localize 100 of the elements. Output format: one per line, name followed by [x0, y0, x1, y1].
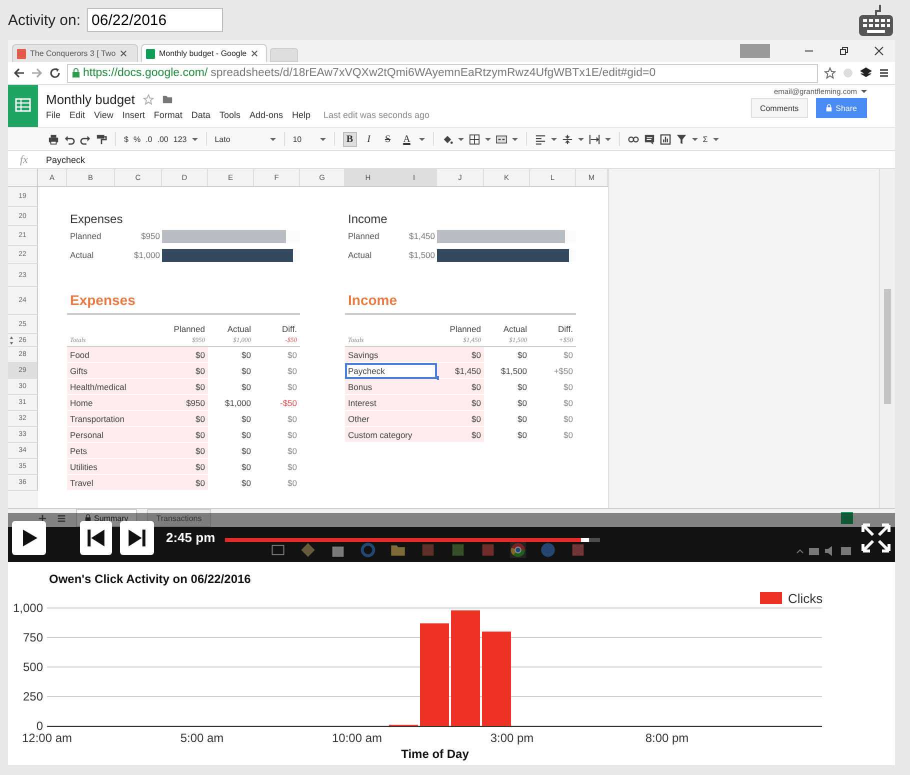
table-cell: $0: [437, 411, 484, 427]
chart-title: Income: [347, 212, 388, 226]
menu-item[interactable]: View: [94, 110, 114, 120]
column-heading: Diff.: [281, 324, 298, 334]
table-cell: $0: [208, 475, 254, 491]
table-cell: Travel: [67, 475, 162, 491]
menu-item[interactable]: Data: [191, 110, 210, 120]
x-axis-title: Time of Day: [401, 747, 469, 761]
table-cell: $0: [208, 411, 254, 427]
table-cell: $0: [254, 459, 300, 475]
table-cell: $0: [484, 379, 530, 395]
table-cell: $0: [254, 443, 300, 459]
browser-tab[interactable]: The Conquerors 3 [ Two: [12, 44, 138, 62]
table-cell[interactable]: Paycheck: [345, 363, 437, 379]
menu-item[interactable]: Tools: [219, 110, 240, 120]
date-field[interactable]: 06/22/2016: [86, 8, 223, 32]
table-cell: $0: [162, 459, 208, 475]
table-cell: $0: [484, 411, 530, 427]
format-button[interactable]: $: [124, 134, 128, 144]
format-button[interactable]: .00: [157, 134, 168, 144]
table-cell: $0: [254, 411, 300, 427]
table-cell: Utilities: [67, 459, 162, 475]
chart-title: Expenses: [69, 212, 124, 226]
table-cell: Health/medical: [67, 379, 162, 395]
table-cell: $0: [208, 379, 254, 395]
column-heading: Diff.: [557, 324, 574, 334]
address-field[interactable]: https://docs.google.com/ spreadsheets/d/18rEAw7xVQXw2tQmi6WAyemnEaRtzymRwz4UfgWBTx1E/edit#gid=0: [67, 64, 818, 82]
last-edit-link[interactable]: Last edit was seconds ago: [324, 110, 430, 120]
table-cell: $0: [208, 443, 254, 459]
format-button[interactable]: %: [133, 134, 141, 144]
menu-item[interactable]: Insert: [122, 110, 145, 120]
menu-item[interactable]: Add-ons: [249, 110, 283, 120]
table-cell: $0: [437, 347, 484, 363]
table-cell: Personal: [67, 427, 162, 443]
table-cell: $0: [162, 363, 208, 379]
section-heading: Expenses: [67, 287, 300, 315]
text-style-button[interactable]: S: [380, 132, 395, 146]
formula-label: fx: [20, 154, 28, 166]
menu-item[interactable]: Format: [154, 110, 182, 120]
bar-amount: $1,000: [133, 250, 161, 260]
table-cell: $0: [208, 459, 254, 475]
format-button[interactable]: .0: [146, 134, 152, 144]
y-axis-label: 500: [22, 660, 43, 674]
formula-field[interactable]: Paycheck: [46, 154, 85, 164]
table-cell: Interest: [345, 395, 437, 411]
section-heading: Income: [345, 287, 576, 315]
number-format-dropdown[interactable]: 123: [173, 134, 187, 144]
document-title[interactable]: Monthly budget: [46, 92, 135, 107]
table-cell: $0: [162, 379, 208, 395]
text-style-button[interactable]: I: [362, 132, 376, 146]
table-cell: -$50: [254, 395, 300, 411]
table-cell: $0: [484, 427, 530, 443]
table-cell: $0: [484, 347, 530, 363]
bar-label: Actual: [347, 250, 373, 260]
table-cell: +$50: [530, 363, 576, 379]
table-cell: $950: [162, 395, 208, 411]
table-cell: $0: [437, 395, 484, 411]
browser-tab[interactable]: Monthly budget - Google: [141, 44, 267, 62]
bar-amount: $1,500: [408, 250, 436, 260]
x-axis-label: 3:00 pm: [490, 731, 534, 745]
y-axis-label: 0: [36, 719, 43, 733]
table-cell: $0: [530, 347, 576, 363]
table-cell: Savings: [345, 347, 437, 363]
column-heading: Actual: [226, 324, 252, 334]
table-cell: Home: [67, 395, 162, 411]
menu-item[interactable]: Help: [292, 110, 310, 120]
y-axis-label: 750: [22, 630, 43, 644]
bar-amount: $950: [140, 231, 161, 241]
table-cell: $0: [254, 475, 300, 491]
font-dropdown[interactable]: Lato: [214, 134, 265, 144]
x-axis-label: 5:00 am: [180, 731, 224, 745]
menu-item[interactable]: Edit: [70, 110, 86, 120]
legend-label: Clicks: [788, 591, 823, 606]
table-cell: $0: [162, 443, 208, 459]
menu-item[interactable]: File: [46, 110, 61, 120]
table-cell: Gifts: [67, 363, 162, 379]
bar-label: Planned: [347, 231, 380, 241]
table-cell: $0: [254, 347, 300, 363]
chart-title: Owen's Click Activity on 06/22/2016: [49, 572, 251, 586]
y-axis-label: 1,000: [12, 601, 43, 615]
table-cell: $1,500: [484, 363, 530, 379]
table-cell: $0: [437, 379, 484, 395]
text-style-button[interactable]: A: [400, 132, 414, 146]
comments-button[interactable]: Comments: [750, 98, 808, 118]
table-cell: Custom category: [345, 427, 437, 443]
table-cell: Bonus: [345, 379, 437, 395]
table-cell: $0: [437, 427, 484, 443]
font-size-dropdown[interactable]: 10: [292, 134, 315, 144]
table-cell: $0: [208, 427, 254, 443]
table-cell: $0: [162, 347, 208, 363]
text-style-button[interactable]: B: [342, 132, 357, 146]
bar-label: Planned: [69, 231, 102, 241]
bar-label: Actual: [69, 250, 95, 260]
table-cell: $1,450: [437, 363, 484, 379]
column-heading: Planned: [172, 324, 206, 334]
table-cell: $0: [254, 427, 300, 443]
column-heading: Planned: [448, 324, 482, 334]
functions-button[interactable]: Σ: [702, 134, 708, 144]
table-cell: $0: [530, 395, 576, 411]
table-cell: $0: [162, 475, 208, 491]
